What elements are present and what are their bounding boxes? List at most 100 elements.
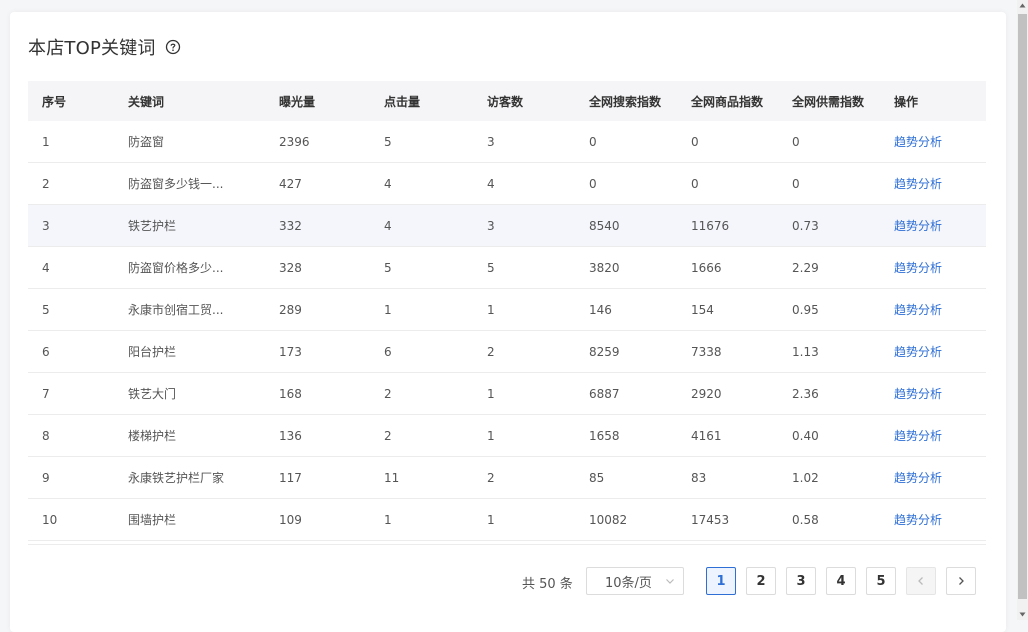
- chevron-right-icon: [959, 577, 964, 585]
- table-cell: 2: [473, 456, 575, 499]
- page-scrollbar[interactable]: [1017, 0, 1028, 620]
- table-cell: 永康市创宿工贸...: [114, 288, 265, 331]
- table-cell: 0: [778, 121, 880, 163]
- prev-page-button[interactable]: [906, 567, 936, 595]
- page-button-2[interactable]: 2: [746, 567, 776, 595]
- table-cell: 17453: [677, 498, 778, 541]
- table-cell: 防盗窗价格多少...: [114, 246, 265, 289]
- table-cell: 1: [28, 121, 114, 163]
- table-cell: 6: [370, 330, 473, 373]
- table-cell: 围墙护栏: [114, 498, 265, 541]
- table-cell: 427: [265, 162, 370, 205]
- table-cell: 4: [370, 204, 473, 247]
- question-circle-icon[interactable]: [165, 39, 181, 55]
- chevron-down-icon: [666, 579, 674, 584]
- trend-analysis-link[interactable]: 趋势分析: [880, 162, 986, 205]
- table-cell: 5: [28, 288, 114, 331]
- table-cell: 4: [370, 162, 473, 205]
- table-row: 5 永康市创宿工贸... 289 1 1 146 154 0.95 趋势分析: [28, 288, 986, 331]
- table-cell: 0: [778, 162, 880, 205]
- table-cell: 铁艺护栏: [114, 204, 265, 247]
- page-button-3[interactable]: 3: [786, 567, 816, 595]
- trend-analysis-link[interactable]: 趋势分析: [880, 204, 986, 247]
- column-header: 序号: [42, 94, 67, 109]
- scroll-thumb[interactable]: [1018, 14, 1027, 599]
- table-cell: 楼梯护栏: [114, 414, 265, 457]
- table-divider: [28, 544, 986, 545]
- table-cell: 10: [28, 498, 114, 541]
- table-cell: 0: [677, 121, 778, 163]
- page-button-5[interactable]: 5: [866, 567, 896, 595]
- table-cell: 0.58: [778, 498, 880, 541]
- table-cell: 109: [265, 498, 370, 541]
- table-row: 2 防盗窗多少钱一... 427 4 4 0 0 0 趋势分析: [28, 162, 986, 205]
- table-cell: 8259: [575, 330, 677, 373]
- table-cell: 1.02: [778, 456, 880, 499]
- column-header: 访客数: [487, 94, 524, 109]
- table-cell: 1: [370, 288, 473, 331]
- trend-analysis-link[interactable]: 趋势分析: [880, 498, 986, 541]
- page-size-select[interactable]: 10条/页: [586, 567, 684, 595]
- table-cell: 11676: [677, 204, 778, 247]
- table-row: 8 楼梯护栏 136 2 1 1658 4161 0.40 趋势分析: [28, 414, 986, 457]
- table-cell: 8540: [575, 204, 677, 247]
- trend-analysis-link[interactable]: 趋势分析: [880, 414, 986, 457]
- table-cell: 154: [677, 288, 778, 331]
- table-cell: 1666: [677, 246, 778, 289]
- table-cell: 10082: [575, 498, 677, 541]
- table-cell: 铁艺大门: [114, 372, 265, 415]
- next-page-button[interactable]: [946, 567, 976, 595]
- scroll-up-icon[interactable]: [1019, 2, 1026, 9]
- table-cell: 85: [575, 456, 677, 499]
- table-cell: 0: [575, 162, 677, 205]
- table-row: 6 阳台护栏 173 6 2 8259 7338 1.13 趋势分析: [28, 330, 986, 373]
- table-cell: 2: [370, 414, 473, 457]
- chevron-left-icon: [918, 577, 923, 585]
- table-cell: 0.40: [778, 414, 880, 457]
- table-cell: 4: [473, 162, 575, 205]
- table-cell: 1.13: [778, 330, 880, 373]
- page-button-1[interactable]: 1: [706, 567, 736, 595]
- page-size-value: 10条/页: [605, 575, 652, 591]
- table-cell: 8: [28, 414, 114, 457]
- table-cell: 289: [265, 288, 370, 331]
- table-cell: 6: [28, 330, 114, 373]
- table-row: 4 防盗窗价格多少... 328 5 5 3820 1666 2.29 趋势分析: [28, 246, 986, 289]
- table-cell: 防盗窗多少钱一...: [114, 162, 265, 205]
- column-header: 曝光量: [279, 94, 316, 109]
- table-cell: 4: [28, 246, 114, 289]
- trend-analysis-link[interactable]: 趋势分析: [880, 330, 986, 373]
- table-cell: 0: [677, 162, 778, 205]
- keywords-table: 序号 关键词 曝光量 点击量 访客数 全网搜索指数 全网商品指数 全网供需指数 操作 1 防盗窗 2…: [28, 81, 986, 541]
- trend-analysis-link[interactable]: 趋势分析: [880, 288, 986, 331]
- table-cell: 防盗窗: [114, 121, 265, 163]
- table-cell: 5: [473, 246, 575, 289]
- table-cell: 1: [473, 372, 575, 415]
- trend-analysis-link[interactable]: 趋势分析: [880, 372, 986, 415]
- table-header-row: 序号 关键词 曝光量 点击量 访客数 全网搜索指数 全网商品指数 全网供需指数 操作: [28, 81, 986, 121]
- table-cell: 0: [575, 121, 677, 163]
- scroll-down-icon[interactable]: [1019, 611, 1026, 618]
- column-header: 操作: [894, 94, 919, 109]
- table-cell: 136: [265, 414, 370, 457]
- table-cell: 2.29: [778, 246, 880, 289]
- table-cell: 173: [265, 330, 370, 373]
- table-cell: 3: [473, 121, 575, 163]
- table-cell: 2: [370, 372, 473, 415]
- trend-analysis-link[interactable]: 趋势分析: [880, 456, 986, 499]
- trend-analysis-link[interactable]: 趋势分析: [880, 121, 986, 163]
- table-row: 1 防盗窗 2396 5 3 0 0 0 趋势分析: [28, 121, 986, 163]
- table-cell: 6887: [575, 372, 677, 415]
- table-cell: 117: [265, 456, 370, 499]
- table-cell: 1658: [575, 414, 677, 457]
- table-cell: 阳台护栏: [114, 330, 265, 373]
- table-cell: 2396: [265, 121, 370, 163]
- card-header: 本店TOP关键词: [28, 34, 181, 60]
- page-button-4[interactable]: 4: [826, 567, 856, 595]
- table-cell: 328: [265, 246, 370, 289]
- table-cell: 0.73: [778, 204, 880, 247]
- table-cell: 3: [473, 204, 575, 247]
- trend-analysis-link[interactable]: 趋势分析: [880, 246, 986, 289]
- table-row: 7 铁艺大门 168 2 1 6887 2920 2.36 趋势分析: [28, 372, 986, 415]
- table-cell: 0.95: [778, 288, 880, 331]
